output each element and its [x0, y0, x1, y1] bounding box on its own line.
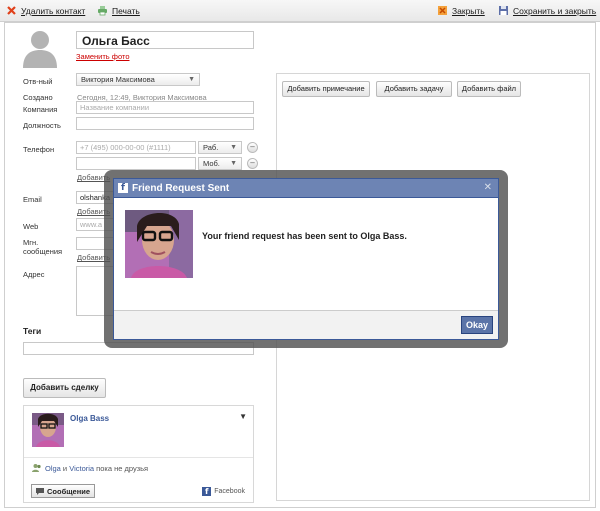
save-and-close-label: Сохранить и закрыть: [513, 5, 597, 16]
friend-request-dialog: f Friend Request Sent ✕ Your friend requ…: [104, 170, 508, 348]
print-label: Печать: [112, 5, 140, 16]
close-document-icon: [438, 6, 447, 15]
close-icon[interactable]: ✕: [484, 182, 492, 193]
facebook-icon: f: [118, 183, 128, 193]
friends-icon: [32, 464, 41, 472]
address-label: Адрес: [23, 270, 45, 279]
add-file-button[interactable]: Добавить файл: [457, 81, 521, 97]
change-photo-link[interactable]: Заменить фото: [76, 52, 130, 61]
friend-name-1[interactable]: Olga: [45, 464, 61, 473]
email-label: Email: [23, 195, 42, 204]
dialog-footer: Okay: [114, 310, 498, 339]
add-task-button[interactable]: Добавить задачу: [376, 81, 452, 97]
avatar-placeholder-icon: [23, 31, 57, 68]
message-button[interactable]: Сообщение: [31, 484, 95, 498]
friendship-status: Olga и Victoria пока не друзья: [32, 463, 148, 473]
save-and-close-button[interactable]: Сохранить и закрыть: [498, 5, 596, 16]
facebook-icon: f: [202, 487, 212, 496]
position-label: Должность: [23, 121, 61, 130]
phone-type-1-value: Раб.: [203, 143, 219, 152]
friends-conjunction: и: [60, 463, 70, 473]
company-label: Компания: [23, 105, 58, 114]
created-label: Создано: [23, 93, 53, 102]
caret-down-icon[interactable]: ▼: [239, 412, 247, 421]
chevron-down-icon: ▼: [230, 144, 237, 151]
owner-value: Виктория Максимова: [81, 75, 155, 84]
dialog-box: f Friend Request Sent ✕ Your friend requ…: [113, 178, 499, 340]
phone-input-1[interactable]: +7 (495) 000-00-00 (#1111): [76, 141, 196, 154]
delete-contact-label: Удалить контакт: [21, 5, 86, 16]
profile-photo: [32, 413, 64, 447]
phone-type-select-1[interactable]: Раб. ▼: [198, 141, 242, 154]
close-label: Закрыть: [452, 5, 485, 16]
add-deal-button[interactable]: Добавить сделку: [23, 378, 106, 398]
facebook-widget: Olga Bass ▼ Olga и Victoria пока не друз…: [23, 405, 254, 503]
save-icon: [499, 6, 508, 15]
facebook-brand: f Facebook: [202, 487, 245, 496]
facebook-brand-label: Facebook: [214, 488, 245, 495]
facebook-profile-name[interactable]: Olga Bass: [70, 414, 109, 423]
okay-button[interactable]: Okay: [461, 316, 493, 334]
add-note-button[interactable]: Добавить примечание: [282, 81, 370, 97]
friends-status-text: пока не друзья: [94, 463, 149, 473]
printer-icon: [98, 6, 107, 16]
owner-select[interactable]: Виктория Максимова ▼: [76, 73, 200, 86]
chevron-down-icon: ▼: [230, 160, 237, 167]
message-icon: [35, 487, 44, 495]
phone-label: Телефон: [23, 145, 55, 154]
web-label: Web: [23, 222, 39, 231]
remove-phone-button-2[interactable]: –: [247, 158, 258, 169]
print-button[interactable]: Печать: [97, 5, 140, 16]
im-label-line-2: сообщения: [23, 247, 63, 256]
message-button-label: Сообщение: [46, 486, 91, 496]
im-label-line-1: Мгн.: [23, 238, 39, 247]
delete-icon: [7, 6, 16, 15]
tags-label: Теги: [23, 326, 42, 336]
delete-contact-button[interactable]: Удалить контакт: [6, 5, 85, 16]
chevron-down-icon: ▼: [188, 76, 195, 83]
phone-type-select-2[interactable]: Моб. ▼: [198, 157, 242, 170]
top-toolbar: Удалить контакт Печать Закрыть Сохранить…: [0, 0, 600, 22]
divider: [24, 457, 253, 458]
dialog-title: Friend Request Sent: [132, 182, 230, 194]
position-input[interactable]: [76, 117, 254, 130]
company-input[interactable]: Название компании: [76, 101, 254, 114]
dialog-message: Your friend request has been sent to Olg…: [202, 231, 407, 241]
phone-input-2[interactable]: [76, 157, 196, 170]
profile-photo: [125, 210, 193, 278]
owner-label: Отв-ный: [23, 77, 53, 86]
close-button[interactable]: Закрыть: [437, 5, 485, 16]
phone-type-2-value: Моб.: [203, 159, 220, 168]
friend-name-2[interactable]: Victoria: [69, 464, 94, 473]
contact-name-input[interactable]: Ольга Басс: [76, 31, 254, 49]
remove-phone-button-1[interactable]: –: [247, 142, 258, 153]
dialog-header: f Friend Request Sent ✕: [114, 179, 498, 198]
